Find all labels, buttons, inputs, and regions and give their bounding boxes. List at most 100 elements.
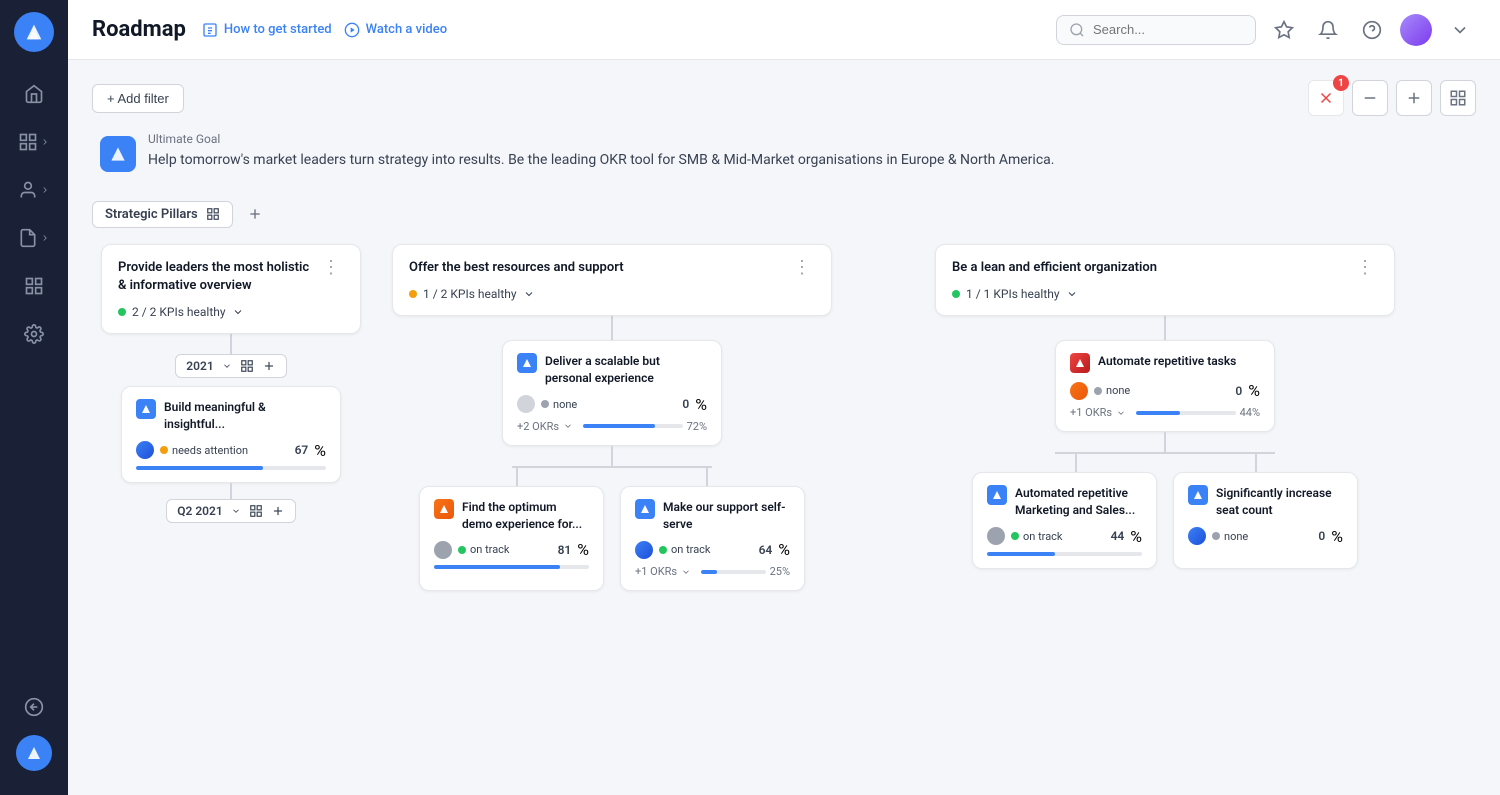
progress-pct-3: 0 [1235,384,1242,398]
v-connector-q2 [230,483,232,499]
sidebar-logo-bottom[interactable] [16,735,52,771]
status-dot-2c1 [458,546,466,554]
status-dot-3c1 [1011,532,1019,540]
filter-icon [1317,89,1335,107]
zoom-out-button[interactable] [1352,80,1388,116]
q2-add[interactable] [271,504,285,518]
goal-card-1-title: Build meaningful & insightful... [164,399,326,433]
okr-expand-3[interactable]: +1 OKRs 44% [1070,406,1260,419]
search-input[interactable] [1093,22,1233,37]
align-icon [108,144,128,164]
roadmap-tree: Provide leaders the most holistic & info… [92,244,1476,591]
sidebar-item-expand[interactable] [14,687,54,727]
layout-button[interactable] [1440,80,1476,116]
sidebar-item-grid[interactable] [0,120,68,164]
star-button[interactable] [1268,14,1300,46]
child-3-2-title: Significantly increase seat count [1216,485,1343,519]
goal-card-3-1: Automate repetitive tasks none 0% +1 OKR… [1055,340,1275,432]
pct-sign-3c2: % [1331,527,1343,546]
pct-sign-3: % [1248,381,1260,400]
goal-card-2-child-2: Make our support self-serve on track 64% [620,486,805,592]
child-2-2-title: Make our support self-serve [663,499,790,533]
page-title: Roadmap [92,17,186,42]
status-label-3c2: none [1224,530,1248,543]
user-avatar[interactable] [1400,14,1432,46]
sidebar-item-settings[interactable] [0,312,68,356]
status-label-3: none [1106,384,1130,397]
okr-expand-2[interactable]: +2 OKRs 72% [517,420,707,433]
goal-card-1-1: Build meaningful & insightful... needs a… [121,386,341,483]
progress-pct-3c2: 0 [1318,529,1325,543]
sidebar-item-reports[interactable] [0,264,68,308]
period-q2-label: Q2 2021 [177,504,223,518]
status-dot-2c2 [659,546,667,554]
pct-sign-2: % [695,395,707,414]
status-badge-2: none [541,398,577,411]
pct-sign-2c2: % [778,540,790,559]
goal-avatar-1 [136,441,154,459]
align-icon-3c1 [991,489,1003,501]
kpi-dot-green-3 [952,290,960,298]
align-icon-2c2 [639,503,651,515]
strategic-pillars-header: Strategic Pillars [92,200,1476,228]
chevron-down-icon [232,306,244,318]
status-badge-3c2: none [1212,530,1248,543]
add-filter-button[interactable]: + Add filter [92,84,184,113]
okr-expand-2c2[interactable]: +1 OKRs 25% [635,565,790,578]
get-started-link[interactable]: How to get started [202,22,332,38]
period-q2-2021[interactable]: Q2 2021 [166,499,296,523]
pillar-3-menu[interactable]: ⋮ [1352,259,1378,277]
period-grid [240,359,254,373]
pillar-1-menu[interactable]: ⋮ [318,259,344,277]
user-chevron[interactable] [1444,14,1476,46]
period-add[interactable] [262,359,276,373]
pillar-1-title: Provide leaders the most holistic & info… [118,259,318,295]
okr-pct-3: 44% [1240,406,1260,419]
zoom-in-button[interactable] [1396,80,1432,116]
status-dot-2 [541,400,549,408]
sidebar-item-docs[interactable] [0,216,68,260]
toolbar: + Add filter 1 [92,80,1476,132]
expand-chevron-2 [563,421,573,431]
period-2021[interactable]: 2021 [175,354,286,378]
kpi-dot-yellow [409,290,417,298]
pillar-card-1: Provide leaders the most holistic & info… [101,244,361,334]
pillar-3-title: Be a lean and efficient organization [952,259,1352,277]
pillar-card-2: Offer the best resources and support ⋮ 1… [392,244,832,316]
status-label-1: needs attention [172,444,248,457]
filter-active-button[interactable]: 1 [1308,80,1344,116]
progress-bar-1 [136,466,263,470]
progress-pct-2c2: 64 [759,543,773,557]
pillar-2-kpis[interactable]: 1 / 2 KPIs healthy [409,287,815,301]
add-filter-label: + Add filter [107,91,169,106]
help-button[interactable] [1356,14,1388,46]
status-label-2: none [553,398,577,411]
pillar-1-kpis[interactable]: 2 / 2 KPIs healthy [118,305,344,319]
ultimate-goal: Ultimate Goal Help tomorrow's market lea… [92,132,1476,172]
sidebar-item-home[interactable] [0,72,68,116]
pillar-2-menu[interactable]: ⋮ [789,259,815,277]
sidebar-logo[interactable] [14,12,54,52]
plus-icon [1405,89,1423,107]
align-small-icon-3 [1074,357,1086,369]
add-pillar-button[interactable] [241,200,269,228]
progress-bar-wrap-2c1 [434,565,589,569]
strategic-pillars-title[interactable]: Strategic Pillars [92,201,233,228]
progress-bar-2c1 [434,565,560,569]
status-label-2c2: on track [671,543,711,556]
watch-video-label: Watch a video [366,22,447,37]
goal-card-3-child-1: Automated repetitive Marketing and Sales… [972,472,1157,569]
v-conn-3b [1164,432,1166,452]
header-left: Roadmap How to get started Watch a video [92,17,447,42]
search-bar[interactable] [1056,15,1256,45]
bell-button[interactable] [1312,14,1344,46]
status-badge-2c1: on track [458,543,510,556]
sidebar-nav [0,72,68,687]
align-small-icon [140,403,152,415]
layout-icon [1449,89,1467,107]
children-row-2: Find the optimum demo experience for... … [419,486,805,592]
sidebar-item-users[interactable] [0,168,68,212]
goal-card-2-1: Deliver a scalable but personal experien… [502,340,722,446]
watch-video-link[interactable]: Watch a video [344,22,447,38]
pillar-3-kpis[interactable]: 1 / 1 KPIs healthy [952,287,1378,301]
